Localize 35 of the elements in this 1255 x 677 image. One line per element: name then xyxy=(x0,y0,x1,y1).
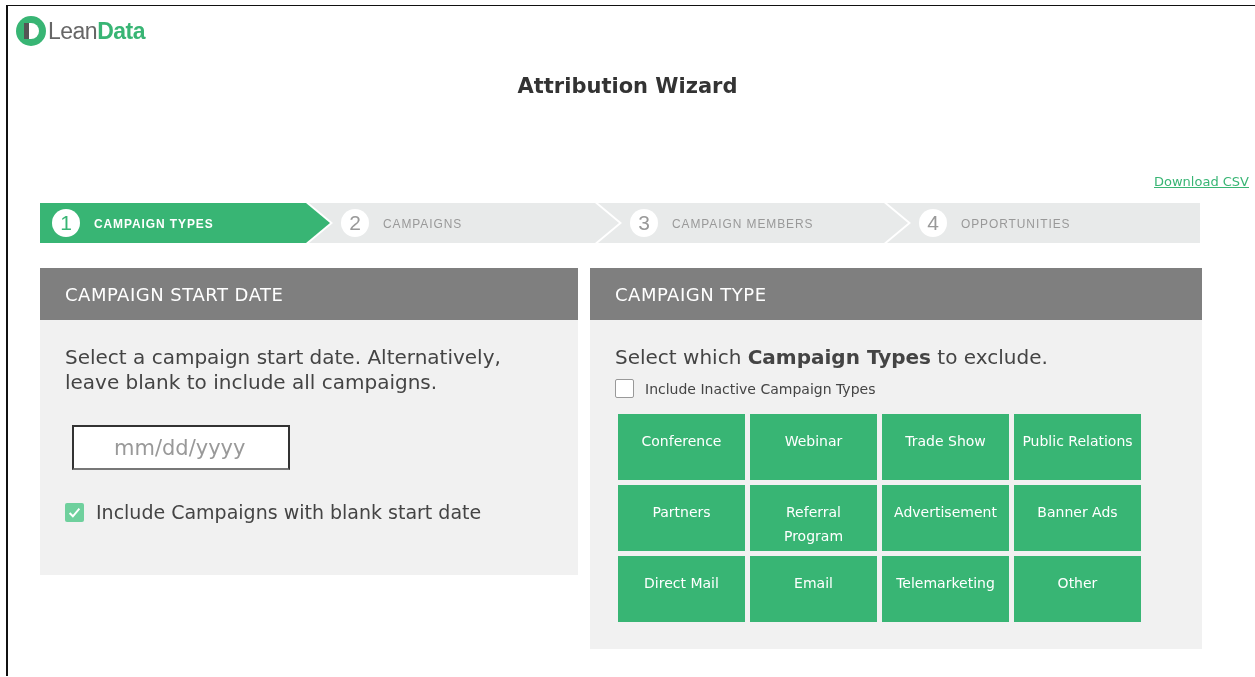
step-label: OPPORTUNITIES xyxy=(961,215,1071,231)
step-number: 2 xyxy=(341,209,369,237)
campaign-type-button[interactable]: Conference xyxy=(618,414,745,480)
checkbox[interactable] xyxy=(65,502,84,522)
page-title: Attribution Wizard xyxy=(516,74,739,98)
campaign-type-button[interactable]: Partners xyxy=(618,485,745,551)
campaign-type-button[interactable]: Banner Ads xyxy=(1014,485,1141,551)
campaign-type-button[interactable]: Advertisement xyxy=(882,485,1009,551)
checkbox[interactable] xyxy=(615,379,634,398)
date-field[interactable]: mm/dd/yyyy xyxy=(72,425,290,470)
checkbox-label: Include Campaigns with blank start date xyxy=(96,501,482,523)
campaign-type-button[interactable]: Webinar xyxy=(750,414,877,480)
step-number: 3 xyxy=(630,209,658,237)
instructions: Select which Campaign Types to exclude. xyxy=(615,345,1049,370)
logo-icon xyxy=(16,16,46,46)
panel-header: CAMPAIGN START DATE xyxy=(40,268,578,320)
check-icon xyxy=(68,505,81,519)
panel-header: CAMPAIGN TYPE xyxy=(590,268,1202,320)
logo-text: LeanData xyxy=(48,17,146,45)
step-label: CAMPAIGNS xyxy=(383,215,463,231)
checkbox-label: Include Inactive Campaign Types xyxy=(645,380,876,397)
step-label: CAMPAIGN MEMBERS xyxy=(672,215,814,231)
campaign-type-button[interactable]: Email xyxy=(750,556,877,622)
campaign-type-button[interactable]: Public Relations xyxy=(1014,414,1141,480)
instructions: Select a campaign start date. Alternatively, leave blank to include all campaigns. xyxy=(65,345,502,395)
step-number: 1 xyxy=(52,209,80,237)
step-number: 4 xyxy=(919,209,947,237)
campaign-type-button[interactable]: Trade Show xyxy=(882,414,1009,480)
step-label: CAMPAIGN TYPES xyxy=(94,215,214,231)
download-link[interactable]: Download CSV xyxy=(1154,174,1249,189)
campaign-type-button[interactable]: Other xyxy=(1014,556,1141,622)
campaign-type-button[interactable]: Direct Mail xyxy=(618,556,745,622)
campaign-type-button[interactable]: Telemarketing xyxy=(882,556,1009,622)
wizard-step[interactable]: 1 CAMPAIGN TYPES xyxy=(40,203,333,243)
campaign-type-button[interactable]: Referral Program xyxy=(750,485,877,551)
